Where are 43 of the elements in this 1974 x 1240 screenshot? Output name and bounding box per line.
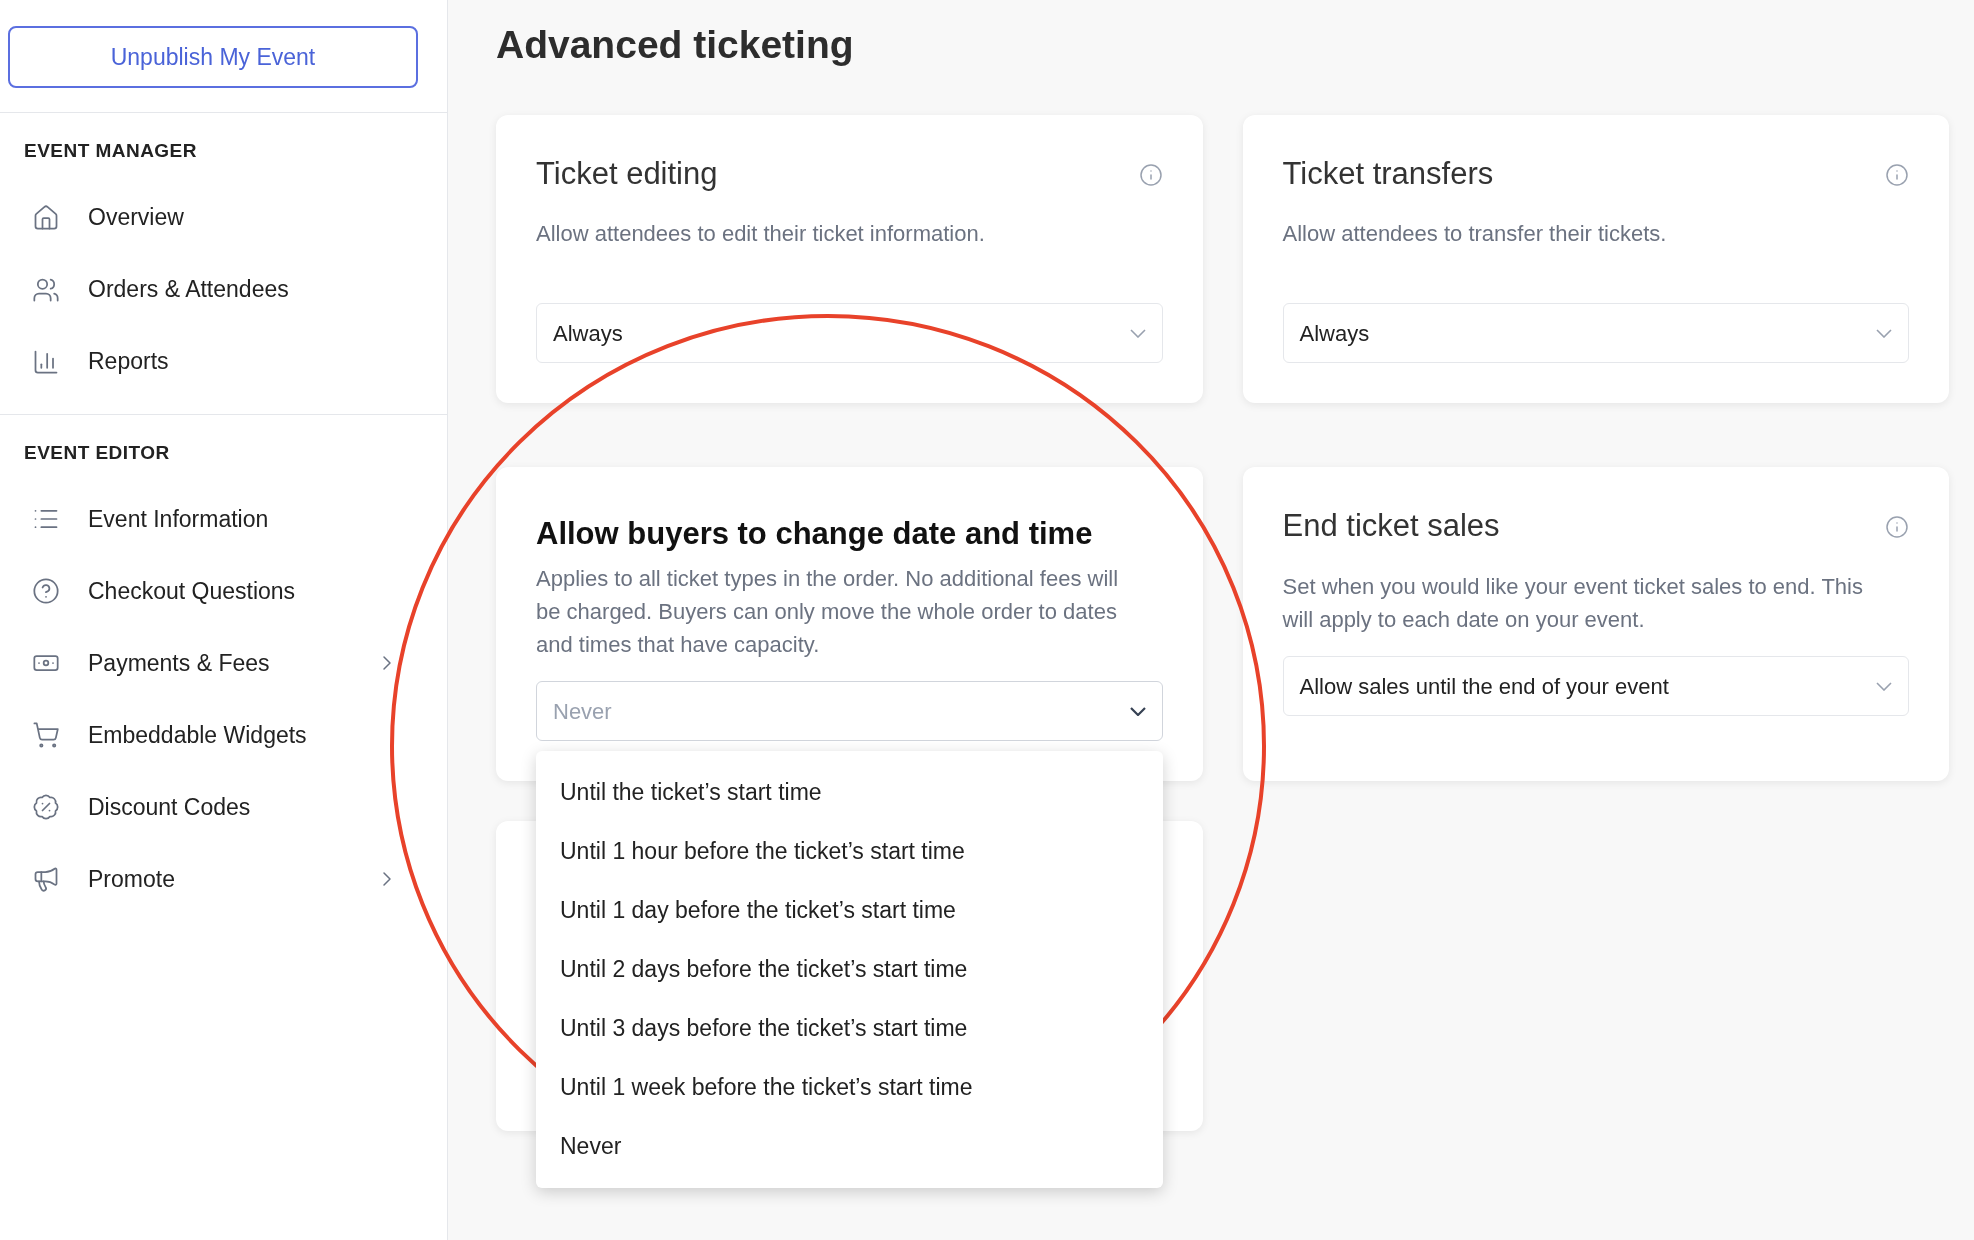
nav-item[interactable]: Reports <box>0 325 447 398</box>
card-description: Allow attendees to edit their ticket information. <box>536 220 986 249</box>
percent-badge-icon <box>32 793 60 821</box>
card-description: Applies to all ticket types in the order. No additional fees will be charged. Buyers can only move the whole order to dates and times that have capacity. <box>536 565 1120 659</box>
card-description: Allow attendees to transfer their tickets. <box>1282 220 1668 249</box>
dropdown-option[interactable]: Until 1 hour before the ticket’s start time <box>536 822 1163 881</box>
dropdown-option[interactable]: Never <box>536 1117 1163 1176</box>
select-dropdown[interactable]: Allow sales until the end of your event <box>1282 656 1909 716</box>
info-icon[interactable] <box>1885 162 1909 187</box>
chevron-down-icon <box>1129 328 1146 338</box>
nav-item[interactable]: Event Information <box>0 483 447 555</box>
cart-icon <box>32 721 60 749</box>
card-description: Set when you would like your event ticket sales to end. This will apply to each date on your event. <box>1282 573 1864 634</box>
chevron-down-icon <box>1129 706 1146 716</box>
info-icon[interactable] <box>1138 162 1163 187</box>
section-heading: EVENT EDITOR <box>23 440 171 465</box>
dropdown-option[interactable]: Until 1 week before the ticket’s start time <box>536 1058 1163 1117</box>
chevron-down-icon <box>1876 681 1892 691</box>
nav-item[interactable]: Payments & Fees <box>0 627 447 699</box>
dropdown-option[interactable]: Until 2 days before the ticket’s start time <box>536 940 1163 999</box>
nav-item[interactable]: Overview <box>0 181 447 254</box>
unpublish-button[interactable]: Unpublish My Event <box>8 26 418 88</box>
megaphone-icon <box>32 865 60 893</box>
page-title: Advanced ticketing <box>496 22 855 68</box>
question-icon <box>32 577 60 605</box>
card-title: Ticket editing <box>536 154 718 193</box>
select-dropdown[interactable]: Always <box>1282 303 1909 364</box>
nav-item[interactable]: Orders & Attendees <box>0 253 447 326</box>
card-title: Allow buyers to change date and time <box>536 515 1093 554</box>
chevron-down-icon <box>1876 328 1892 338</box>
dropdown-option[interactable]: Until the ticket’s start time <box>536 763 1163 822</box>
nav-item[interactable]: Promote <box>0 843 447 915</box>
info-icon[interactable] <box>1885 515 1909 540</box>
section-heading: EVENT MANAGER <box>23 139 198 163</box>
nav-item[interactable]: Embeddable Widgets <box>0 699 447 771</box>
card-title: End ticket sales <box>1282 507 1500 546</box>
dropdown-option[interactable]: Until 3 days before the ticket’s start time <box>536 999 1163 1058</box>
nav-item[interactable]: Checkout Questions <box>0 555 447 627</box>
dropdown-option[interactable]: Until 1 day before the ticket’s start time <box>536 881 1163 940</box>
select-dropdown[interactable]: Always <box>536 303 1163 364</box>
home-icon <box>32 203 60 232</box>
nav-item[interactable]: Discount Codes <box>0 771 447 843</box>
card-title: Ticket transfers <box>1282 154 1494 193</box>
